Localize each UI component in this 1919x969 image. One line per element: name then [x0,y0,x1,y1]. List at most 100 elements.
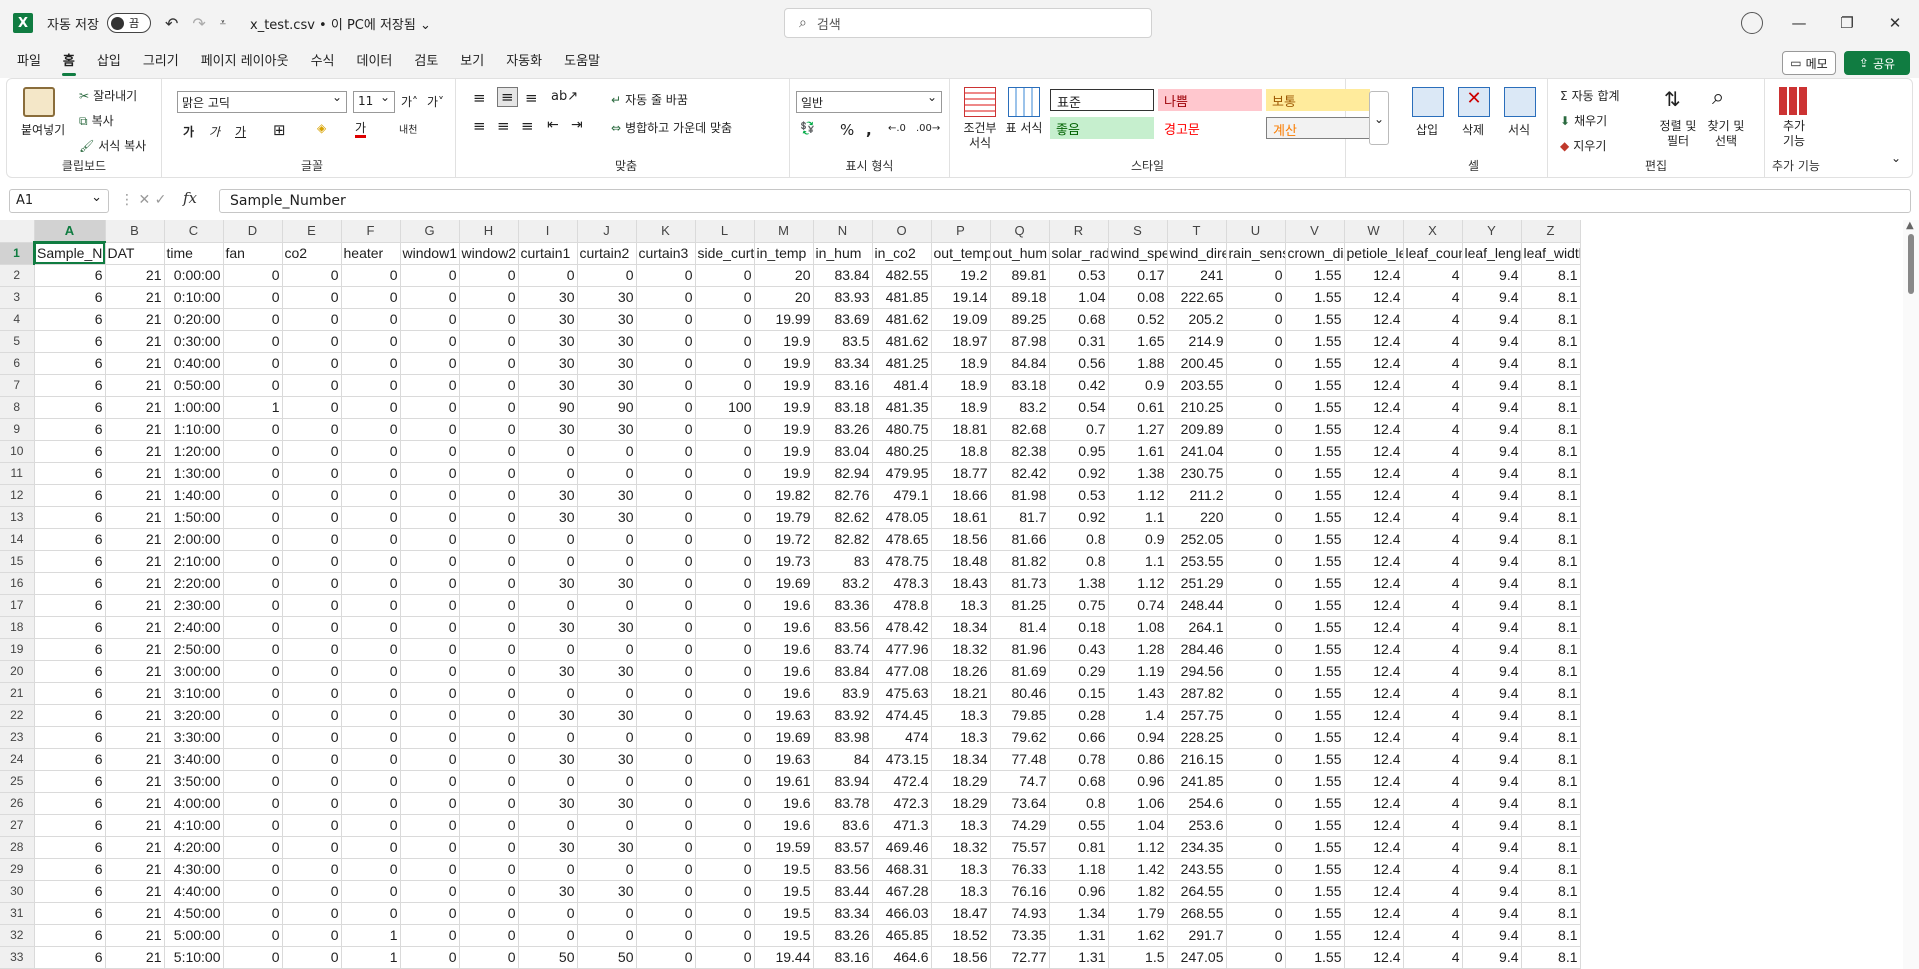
cell[interactable]: 4:00:00 [164,792,224,815]
cell[interactable]: 4 [1403,352,1463,375]
cell[interactable]: 0 [341,264,401,287]
tab-file[interactable]: 파일 [6,46,52,78]
column-header-l[interactable]: L [695,220,755,243]
cell[interactable]: 6 [34,880,106,903]
cell[interactable]: 0 [223,374,283,397]
cell[interactable]: 0 [400,506,460,529]
cell[interactable]: 0 [223,858,283,881]
cell[interactable]: 0 [282,440,342,463]
cell[interactable]: 1.42 [1108,858,1168,881]
cell[interactable]: 0 [695,946,755,969]
cell[interactable]: 18.3 [931,704,991,727]
cell[interactable]: 472.4 [872,770,932,793]
cell[interactable]: 19.63 [754,748,814,771]
cell[interactable]: 6 [34,704,106,727]
cell[interactable]: 81.73 [990,572,1050,595]
cell[interactable]: 30 [518,616,578,639]
cell[interactable]: 0 [459,880,519,903]
cell[interactable]: 0 [282,418,342,441]
cell[interactable]: 0.42 [1049,374,1109,397]
cell[interactable]: 30 [577,836,637,859]
cell[interactable]: 291.7 [1167,924,1227,947]
cell[interactable]: 0 [400,792,460,815]
cell[interactable]: 19.6 [754,814,814,837]
cell[interactable]: 83.18 [813,396,873,419]
cell[interactable]: 0 [695,528,755,551]
cell[interactable]: 30 [577,484,637,507]
cell[interactable]: 4 [1403,770,1463,793]
cell[interactable]: 79.62 [990,726,1050,749]
cell[interactable]: 0 [341,440,401,463]
cell[interactable]: 73.35 [990,924,1050,947]
cell[interactable]: 4 [1403,814,1463,837]
cell[interactable]: 9.4 [1462,638,1522,661]
cell[interactable]: 12.4 [1344,792,1404,815]
row-header[interactable]: 13 [0,506,35,529]
cell[interactable]: 8.1 [1521,440,1581,463]
cell[interactable]: 481.62 [872,308,932,331]
style-bad[interactable]: 나쁨 [1158,89,1262,111]
cell[interactable]: 6 [34,924,106,947]
cell[interactable]: 9.4 [1462,550,1522,573]
cell[interactable]: 6 [34,902,106,925]
row-header[interactable]: 33 [0,946,35,969]
cell[interactable]: 6 [34,308,106,331]
cell[interactable]: 30 [577,616,637,639]
cell[interactable]: 1:40:00 [164,484,224,507]
cell[interactable]: 0 [341,308,401,331]
cell[interactable]: 89.18 [990,286,1050,309]
cell[interactable]: 0 [695,682,755,705]
increase-decimal-icon[interactable]: ←.0 [888,123,906,134]
cell[interactable]: 21 [105,528,165,551]
cell[interactable]: 0 [636,462,696,485]
cell[interactable]: 82.82 [813,528,873,551]
cell[interactable]: 30 [518,352,578,375]
cell[interactable]: 83.78 [813,792,873,815]
cell[interactable]: 1:30:00 [164,462,224,485]
cut-button[interactable]: ✂ 잘라내기 [79,87,137,104]
cell[interactable]: 1.55 [1285,726,1345,749]
cell[interactable]: 0 [518,682,578,705]
cell[interactable]: 18.9 [931,396,991,419]
cell[interactable]: 12.4 [1344,308,1404,331]
copy-button[interactable]: ⧉ 복사 [79,112,114,129]
cell[interactable]: 0 [636,660,696,683]
cell[interactable]: 4 [1403,726,1463,749]
cell[interactable]: 0 [459,550,519,573]
cell[interactable]: 83.94 [813,770,873,793]
addins-icon[interactable] [1779,87,1807,115]
cell[interactable]: 21 [105,726,165,749]
cell[interactable]: 0:50:00 [164,374,224,397]
cell[interactable]: 0 [695,418,755,441]
cell[interactable]: 21 [105,704,165,727]
cell[interactable]: 0 [518,550,578,573]
cell[interactable]: 0 [695,726,755,749]
close-icon[interactable]: ✕ [1872,0,1918,46]
cell[interactable]: 0 [636,484,696,507]
cell[interactable]: 30 [577,704,637,727]
cell[interactable]: 1.55 [1285,748,1345,771]
tab-data[interactable]: 데이터 [345,46,403,78]
cell[interactable]: 12.4 [1344,726,1404,749]
cell[interactable]: 21 [105,484,165,507]
cell[interactable]: 1.04 [1049,286,1109,309]
cell[interactable]: 83.2 [813,572,873,595]
cell[interactable]: 0 [341,484,401,507]
cell[interactable]: 0 [459,528,519,551]
cell[interactable]: 1.55 [1285,704,1345,727]
cell[interactable]: 19.61 [754,770,814,793]
cell[interactable]: 471.3 [872,814,932,837]
cell[interactable]: 0 [400,946,460,969]
column-header-k[interactable]: K [636,220,696,243]
cell[interactable]: 0 [1226,616,1286,639]
cell[interactable]: 1.79 [1108,902,1168,925]
cell[interactable]: 4:10:00 [164,814,224,837]
find-select-icon[interactable]: ⌕ [1712,85,1724,110]
cell[interactable]: 74.29 [990,814,1050,837]
cell[interactable]: 6 [34,440,106,463]
cell[interactable]: 0 [1226,704,1286,727]
cell[interactable]: 1.55 [1285,638,1345,661]
cell[interactable]: 477.96 [872,638,932,661]
column-header-d[interactable]: D [223,220,283,243]
cell[interactable]: 18.9 [931,374,991,397]
